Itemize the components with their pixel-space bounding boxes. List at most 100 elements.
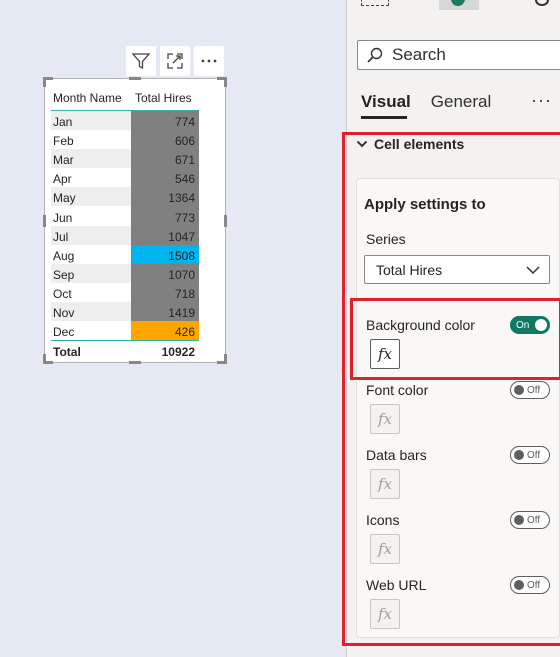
month-cell: Jul [51,225,131,245]
icons-label: Icons [366,512,400,528]
table-row[interactable]: Feb 606 [51,130,199,150]
total-hires-cell: 1419 [131,301,199,322]
total-hires-cell: 671 [131,149,199,169]
visual-header [126,46,224,76]
month-cell: Aug [53,248,75,263]
month-cell: Feb [53,134,74,149]
month-cell: May [51,187,131,207]
data-bars-label: Data bars [366,447,427,463]
total-hires-cell: 1070 [131,263,199,283]
section-header-cell-elements[interactable]: Cell elements [356,136,464,152]
month-cell: Mar [51,149,131,169]
table-row[interactable]: Sep 1070 [51,263,199,283]
table-body: Jan 774 Feb 606 Mar 671 Apr 546 May 1364 Jun 773 Jul… [51,111,199,341]
toggle-knob [514,385,524,395]
build-visual-icon[interactable] [361,0,389,6]
total-label: Total [53,344,81,359]
data-bars-toggle[interactable]: Off [510,446,550,464]
resize-handle-left[interactable] [43,215,46,227]
total-hires-cell: 426 [131,321,199,341]
table-row[interactable]: Mar 671 [51,149,199,169]
more-options-button[interactable] [194,46,224,76]
tab-general[interactable]: General [431,92,491,112]
toggle-state: Off [527,384,541,396]
search-icon [367,47,383,63]
toggle-state: Off [527,579,541,591]
total-hires-cell: 1364 [131,187,199,207]
report-canvas: Month Name Total Hires Jan 774 Feb 606 Mar 67… [0,0,346,657]
background-color-fx-button[interactable]: fx [370,339,400,369]
table-row[interactable]: May 1364 [51,187,199,207]
more-options-icon [201,59,217,63]
resize-handle-right[interactable] [224,215,227,227]
background-color-label: Background color [366,317,475,333]
table-row[interactable]: Oct 718 [51,282,199,302]
search-box[interactable]: Search [357,40,560,70]
format-visual-tab[interactable] [439,0,479,10]
table-row[interactable]: Jun 773 [51,206,199,226]
resize-handle-tr-v[interactable] [224,77,227,87]
resize-handle-br-v[interactable] [224,354,227,364]
chevron-down-icon [356,140,368,148]
month-cell: Nov [51,301,131,322]
total-hires-cell: 1047 [131,225,199,245]
table-header: Month Name Total Hires [51,85,199,111]
focus-mode-button[interactable] [160,46,190,76]
table-row[interactable]: Dec 426 [51,321,199,341]
month-cell: Oct [53,286,72,301]
analytics-icon[interactable] [535,0,549,6]
resize-handle-bl-v[interactable] [43,354,46,364]
table-visual[interactable]: Month Name Total Hires Jan 774 Feb 606 Mar 67… [43,77,227,364]
resize-handle-tl-v[interactable] [43,77,46,87]
table-row[interactable]: Nov 1419 [51,301,199,322]
total-hires-cell: 606 [131,130,199,150]
toggle-knob [514,450,524,460]
total-hires-cell: 774 [131,111,199,131]
more-options-icon[interactable]: ··· [531,90,552,111]
section-title: Cell elements [374,136,465,152]
filter-icon [131,53,151,70]
column-header-total-hires[interactable]: Total Hires [131,91,199,105]
month-cell: Sep [51,263,131,283]
data-bars-fx-button[interactable]: fx [370,469,400,499]
month-cell: Apr [53,172,72,187]
toggle-knob [514,580,524,590]
web-url-toggle[interactable]: Off [510,576,550,594]
background-color-toggle[interactable]: On [510,316,550,334]
series-dropdown[interactable]: Total Hires [364,255,550,284]
search-placeholder: Search [392,45,446,64]
paint-brush-icon [451,0,465,6]
toggle-state: On [516,319,530,331]
icons-fx-button[interactable]: fx [370,534,400,564]
table-row[interactable]: Jan 774 [51,111,199,131]
table-total-row: Total 10922 [51,340,199,362]
total-hires-cell: 546 [131,168,199,188]
focus-mode-icon [167,53,183,69]
tab-visual[interactable]: Visual [361,92,411,119]
month-cell: Jan [51,111,131,131]
table-row[interactable]: Jul 1047 [51,225,199,245]
month-cell: Dec [53,325,75,340]
table-row[interactable]: Apr 546 [51,168,199,188]
total-hires-cell: 1508 [131,244,199,264]
resize-handle-top[interactable] [129,77,141,80]
font-color-fx-button[interactable]: fx [370,404,400,434]
filter-button[interactable] [126,46,156,76]
font-color-label: Font color [366,382,429,398]
pane-tabs: Visual General [361,92,491,119]
toggle-state: Off [527,514,541,526]
total-value: 10922 [161,344,195,359]
series-label: Series [366,231,406,247]
toggle-knob [514,515,524,525]
table-row[interactable]: Aug 1508 [51,244,199,264]
web-url-fx-button[interactable]: fx [370,599,400,629]
icons-toggle[interactable]: Off [510,511,550,529]
toggle-knob [535,319,547,331]
column-header-month[interactable]: Month Name [51,91,131,105]
series-dropdown-value: Total Hires [376,261,443,278]
font-color-toggle[interactable]: Off [510,381,550,399]
total-hires-cell: 773 [131,206,199,226]
chevron-down-icon [526,265,540,274]
toggle-state: Off [527,449,541,461]
total-hires-cell: 718 [131,282,199,302]
